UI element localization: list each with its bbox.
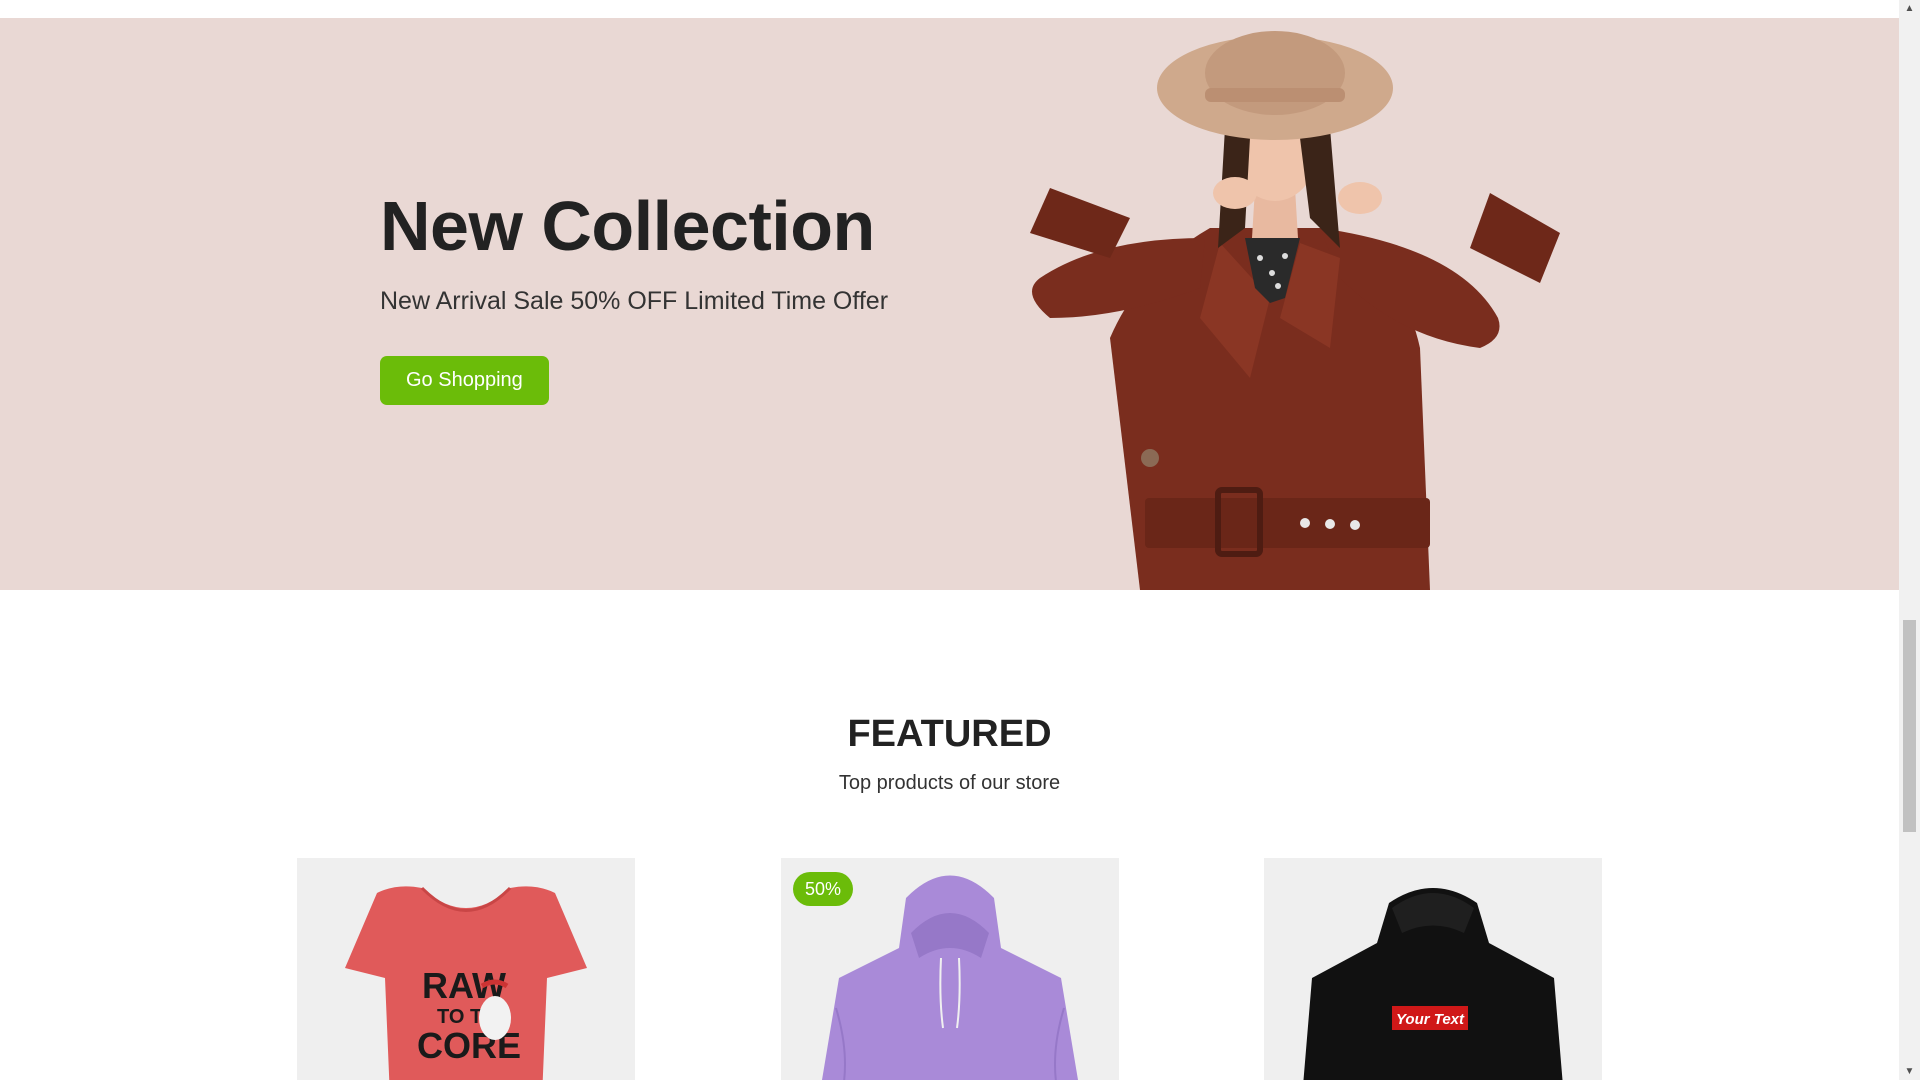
arrow-down-icon[interactable]: ▼ bbox=[1899, 1063, 1920, 1080]
scrollbar-thumb[interactable] bbox=[1903, 620, 1916, 832]
page: New Collection New Arrival Sale 50% OFF … bbox=[0, 0, 1899, 1080]
black-hoodie-image: Your Text bbox=[1303, 888, 1563, 1080]
hero-subtitle: New Arrival Sale 50% OFF Limited Time Of… bbox=[380, 287, 889, 315]
arrow-up-icon[interactable]: ▲ bbox=[1899, 0, 1920, 17]
top-strip bbox=[0, 0, 1899, 18]
hero-title: New Collection bbox=[380, 187, 875, 265]
model-woman-coat-image bbox=[1030, 31, 1560, 590]
product-card[interactable]: RAW TO THE CORE bbox=[297, 858, 635, 1080]
hero-text-block: New Collection New Arrival Sale 50% OFF … bbox=[380, 188, 888, 405]
red-tshirt-image: RAW TO THE CORE bbox=[345, 886, 587, 1080]
featured-title: FEATURED bbox=[847, 713, 1052, 755]
product-card[interactable]: Your Text bbox=[1264, 858, 1602, 1080]
hero-banner: New Collection New Arrival Sale 50% OFF … bbox=[0, 18, 1899, 590]
featured-subtitle: Top products of our store bbox=[838, 772, 1061, 794]
product-card[interactable]: 50% bbox=[781, 858, 1119, 1080]
hoodie-print-text: Your Text bbox=[1396, 1011, 1465, 1028]
discount-badge: 50% bbox=[793, 872, 853, 906]
vertical-scrollbar[interactable]: ▲ ▼ bbox=[1899, 0, 1920, 1080]
go-shopping-button[interactable]: Go Shopping bbox=[380, 356, 549, 405]
